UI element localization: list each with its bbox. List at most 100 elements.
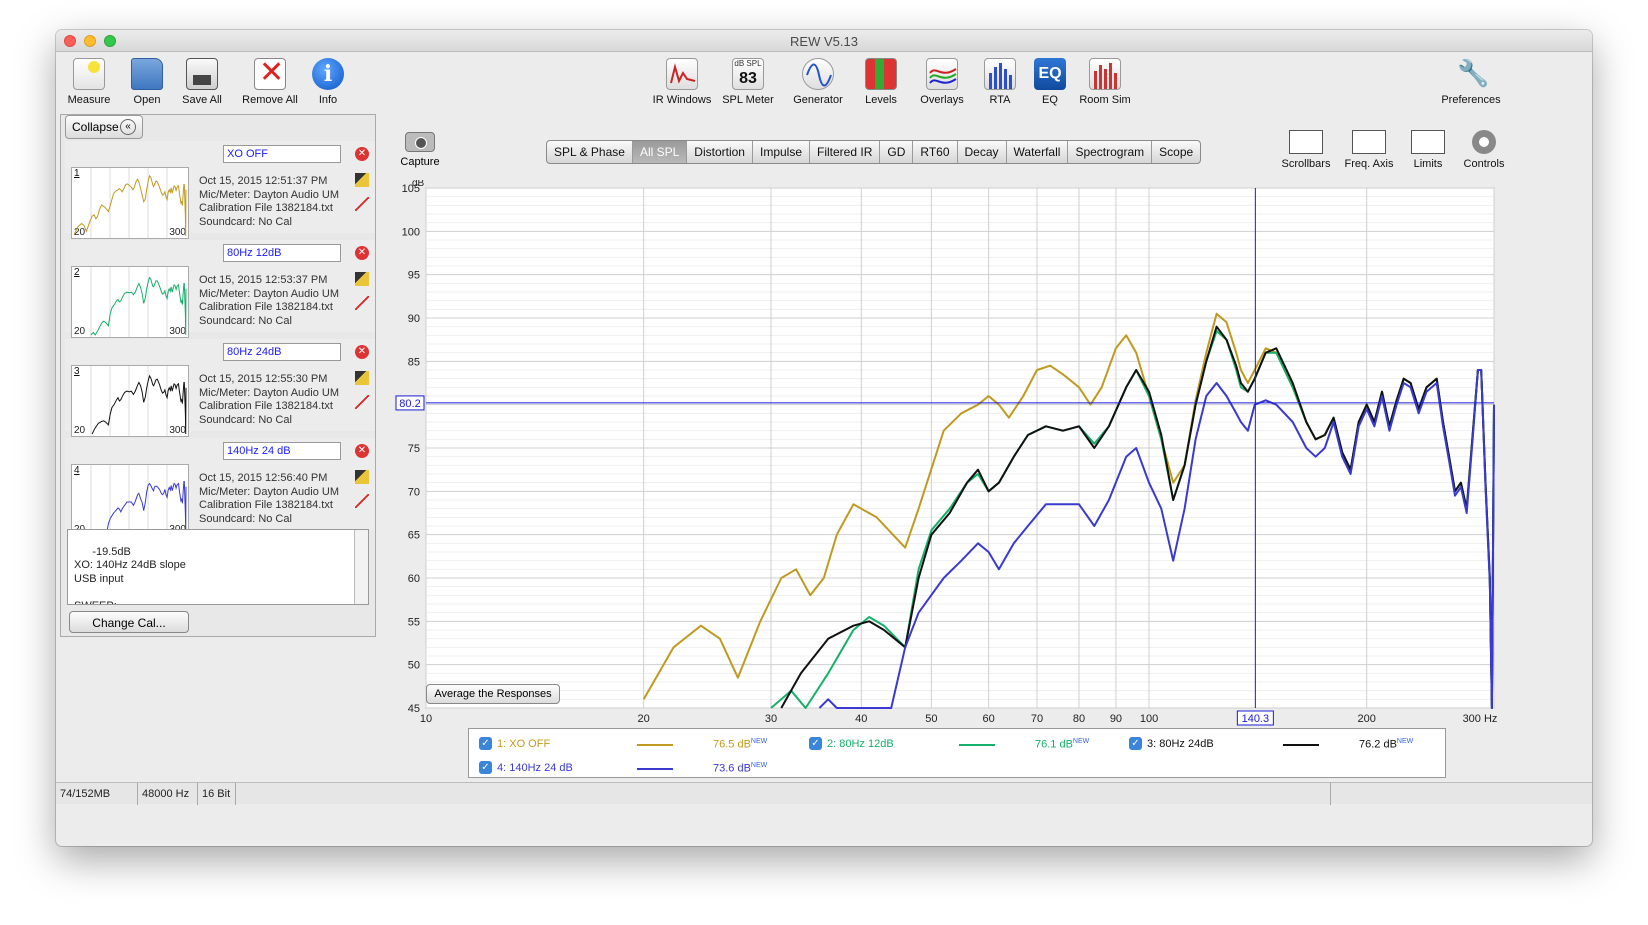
open-button[interactable]: Open bbox=[122, 58, 172, 106]
capture-button[interactable]: Capture bbox=[394, 132, 446, 168]
x-tick-label: 80 bbox=[1073, 713, 1085, 725]
measurement-thumbnail[interactable]: 2 20 300 bbox=[71, 266, 189, 338]
delete-measurement-icon[interactable]: ✕ bbox=[355, 444, 369, 458]
info-button[interactable]: Info bbox=[306, 58, 350, 106]
notes-scrollbar[interactable] bbox=[354, 530, 368, 604]
line-color-icon[interactable] bbox=[355, 395, 369, 409]
measurement-thumbnail[interactable]: 1 20 300 bbox=[71, 167, 189, 239]
thumbnail-trace bbox=[91, 374, 187, 435]
room-sim-button[interactable]: Room Sim bbox=[1074, 58, 1136, 106]
remove-all-button[interactable]: Remove All bbox=[238, 57, 302, 106]
cursor-y-label: 80.2 bbox=[399, 398, 420, 410]
tab-rt60[interactable]: RT60 bbox=[913, 141, 958, 163]
measurement-cal: Calibration File 1382184.txt bbox=[199, 301, 333, 313]
tab-waterfall[interactable]: Waterfall bbox=[1007, 141, 1069, 163]
measurement-card[interactable]: 80Hz 12dB ✕ 2 20 300 Oct 15, 2015 12:53:37 PM… bbox=[65, 240, 375, 338]
delete-measurement-icon[interactable]: ✕ bbox=[355, 147, 369, 161]
measure-icon bbox=[73, 58, 105, 90]
thumbnail-trace bbox=[90, 276, 187, 336]
tab-distortion[interactable]: Distortion bbox=[687, 141, 753, 163]
eq-wand-icon[interactable] bbox=[355, 470, 369, 484]
legend-checkbox[interactable]: ✓ bbox=[809, 737, 822, 750]
x-tick-label: 300 Hz bbox=[1463, 713, 1498, 725]
controls-button[interactable]: Controls bbox=[1458, 130, 1510, 170]
line-color-icon[interactable] bbox=[355, 197, 369, 211]
eq-icon: EQ bbox=[1034, 58, 1066, 90]
capture-label: Capture bbox=[400, 156, 440, 168]
overlays-button[interactable]: Overlays bbox=[914, 58, 970, 106]
change-cal-button[interactable]: Change Cal... bbox=[69, 611, 189, 633]
save-all-button[interactable]: Save All bbox=[176, 58, 228, 106]
legend-checkbox[interactable]: ✓ bbox=[1129, 737, 1142, 750]
tab-filtered-ir[interactable]: Filtered IR bbox=[810, 141, 881, 163]
legend-swatch bbox=[959, 744, 995, 746]
y-tick-label: 90 bbox=[408, 313, 420, 325]
eq-wand-icon[interactable] bbox=[355, 272, 369, 286]
measurement-card[interactable]: 140Hz 24 dB✕420300Oct 15, 2015 12:56:40 … bbox=[65, 438, 375, 536]
legend-value: 76.5 dBNEW bbox=[713, 738, 767, 751]
y-tick-label: 55 bbox=[408, 616, 420, 628]
rta-button[interactable]: RTA bbox=[978, 58, 1022, 106]
measurement-name-field[interactable]: 80Hz 12dB bbox=[223, 244, 341, 262]
limits-icon bbox=[1411, 130, 1445, 154]
tab-spl-phase[interactable]: SPL & Phase bbox=[547, 141, 633, 163]
preferences-button[interactable]: Preferences bbox=[1436, 58, 1506, 106]
freq-axis-button[interactable]: Freq. Axis bbox=[1340, 130, 1398, 170]
window-title: REW V5.13 bbox=[790, 34, 858, 49]
cursor-x-label: 140.3 bbox=[1242, 713, 1270, 725]
measurement-soundcard: Soundcard: No Cal bbox=[199, 512, 292, 525]
legend-level: 76.1 dB bbox=[1035, 738, 1073, 751]
line-color-icon[interactable] bbox=[355, 494, 369, 508]
tab-scope[interactable]: Scope bbox=[1152, 141, 1200, 163]
ir-windows-button[interactable]: IR Windows bbox=[650, 58, 714, 106]
status-divider bbox=[1322, 783, 1331, 805]
status-bar: 74/152MB 48000 Hz 16 Bit bbox=[56, 782, 1592, 805]
measurement-card[interactable]: 80Hz 24dB ✕ 3 20 300 Oct 15, 2015 12:55:30 PM… bbox=[65, 339, 375, 437]
ir-windows-icon bbox=[666, 58, 698, 90]
measurement-thumbnail[interactable]: 420300 bbox=[71, 464, 189, 536]
eq-button[interactable]: EQ EQ bbox=[1028, 58, 1072, 106]
collapse-button[interactable]: Collapse « bbox=[65, 115, 143, 139]
limits-button[interactable]: Limits bbox=[1404, 130, 1452, 170]
measure-button[interactable]: Measure bbox=[64, 58, 114, 106]
tab-decay[interactable]: Decay bbox=[958, 141, 1007, 163]
legend-value: 76.1 dBNEW bbox=[1035, 738, 1089, 751]
measurement-name-field[interactable]: 80Hz 24dB bbox=[223, 343, 341, 361]
x-tick-label: 70 bbox=[1031, 713, 1043, 725]
average-responses-button[interactable]: Average the Responses bbox=[426, 684, 560, 704]
measurement-card[interactable]: XO OFF ✕ 1 20 300 Oct 15, 2015 12:51:37 PM Mic… bbox=[65, 141, 375, 239]
tab-spectrogram[interactable]: Spectrogram bbox=[1068, 141, 1153, 163]
spl-chart[interactable]: 10 20 30 40 50 60 70 80 90 100 200 300 Hz 45 50 55 60 65… bbox=[392, 180, 1512, 735]
generator-button[interactable]: Generator bbox=[788, 58, 848, 106]
room-sim-icon bbox=[1089, 58, 1121, 90]
measurement-thumbnail[interactable]: 3 20 300 bbox=[71, 365, 189, 437]
delete-measurement-icon[interactable]: ✕ bbox=[355, 345, 369, 359]
measurement-actions bbox=[355, 371, 371, 419]
double-chevron-left-icon: « bbox=[120, 119, 136, 135]
legend-checkbox[interactable]: ✓ bbox=[479, 737, 492, 750]
measurement-info: Oct 15, 2015 12:53:37 PM Mic/Meter: Dayto… bbox=[199, 274, 339, 328]
scrollbars-button[interactable]: Scrollbars bbox=[1276, 130, 1336, 170]
levels-button[interactable]: Levels bbox=[856, 58, 906, 106]
tab-all-spl[interactable]: All SPL bbox=[632, 141, 688, 163]
spl-meter-button[interactable]: dB SPL 83 SPL Meter bbox=[718, 58, 778, 106]
legend-new-tag: NEW bbox=[750, 762, 768, 769]
measurement-soundcard: Soundcard: No Cal bbox=[199, 413, 292, 426]
tab-impulse[interactable]: Impulse bbox=[753, 141, 811, 163]
eq-wand-icon[interactable] bbox=[355, 371, 369, 385]
measurement-name-field[interactable]: XO OFF bbox=[223, 145, 341, 163]
eq-wand-icon[interactable] bbox=[355, 173, 369, 187]
graph-tabs: SPL & Phase All SPL Distortion Impulse Filte… bbox=[546, 140, 1202, 164]
line-color-icon[interactable] bbox=[355, 296, 369, 310]
measurement-mic: Mic/Meter: Dayton Audio UM bbox=[199, 485, 339, 498]
measurement-notes[interactable]: -19.5dB XO: 140Hz 24dB slope USB input S… bbox=[67, 529, 369, 605]
legend-value: 73.6 dBNEW bbox=[713, 762, 767, 775]
measurement-name-field[interactable]: 140Hz 24 dB bbox=[223, 442, 341, 460]
measurement-date: Oct 15, 2015 12:53:37 PM bbox=[199, 274, 328, 286]
tab-gd[interactable]: GD bbox=[880, 141, 914, 163]
x-tick-label: 50 bbox=[925, 713, 937, 725]
controls-label: Controls bbox=[1463, 158, 1505, 170]
legend-checkbox[interactable]: ✓ bbox=[479, 761, 492, 774]
delete-measurement-icon[interactable]: ✕ bbox=[355, 246, 369, 260]
y-tick-label: 100 bbox=[402, 226, 420, 238]
